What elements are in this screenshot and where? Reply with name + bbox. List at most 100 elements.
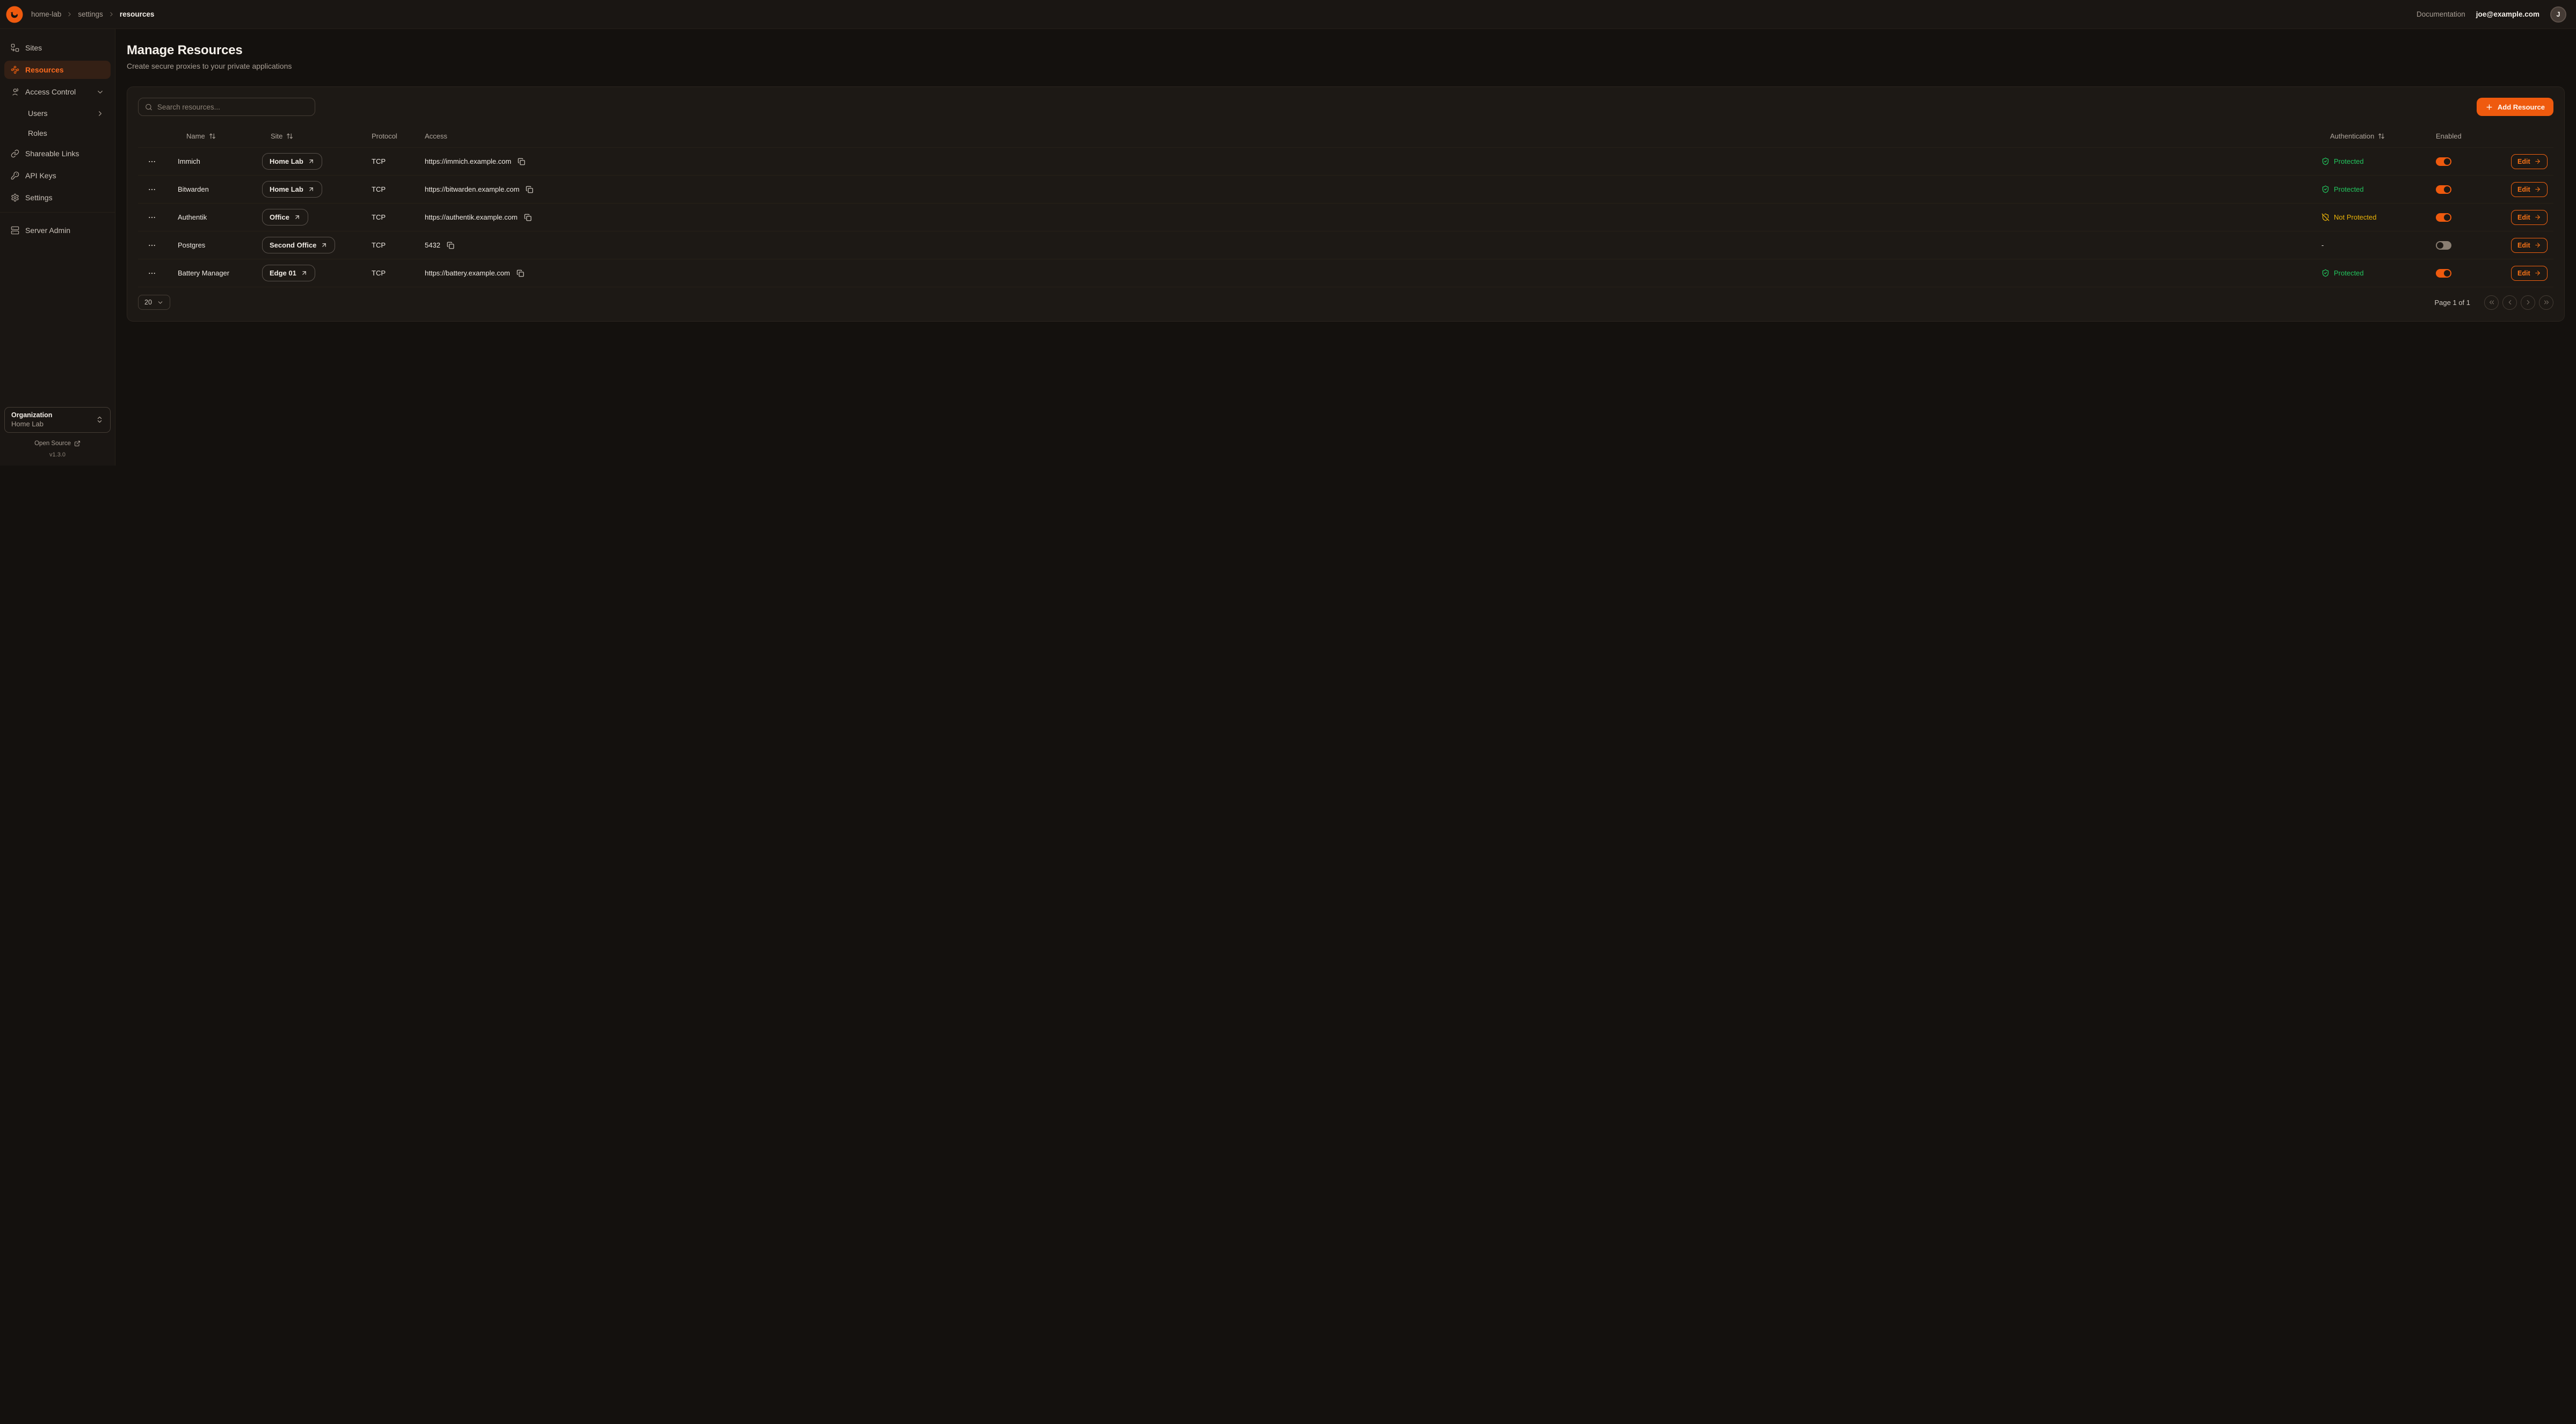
sort-icon: [286, 133, 293, 140]
enabled-toggle[interactable]: [2436, 213, 2451, 222]
copy-button[interactable]: [516, 156, 527, 167]
column-protocol: Protocol: [372, 132, 425, 140]
column-name[interactable]: Name: [178, 132, 262, 140]
chevron-down-icon: [157, 299, 164, 306]
search-input[interactable]: [157, 103, 308, 111]
row-menu-button[interactable]: [146, 211, 158, 224]
arrow-up-right-icon: [308, 158, 315, 165]
chevron-right-icon: [2524, 299, 2532, 306]
copy-button[interactable]: [523, 212, 533, 223]
avatar[interactable]: J: [2550, 6, 2566, 23]
sidebar-item-resources[interactable]: Resources: [4, 61, 111, 79]
sidebar-item-label: Settings: [25, 193, 53, 202]
enabled-toggle[interactable]: [2436, 241, 2451, 250]
sidebar-nav: Sites Resources Access Control: [4, 39, 111, 407]
plus-icon: [2485, 103, 2493, 111]
arrow-up-right-icon: [308, 186, 315, 193]
sidebar-item-settings[interactable]: Settings: [4, 188, 111, 207]
page-size-select[interactable]: 20: [138, 295, 170, 310]
ellipsis-icon: [148, 269, 156, 278]
sidebar-item-label: Users: [28, 109, 48, 118]
column-site[interactable]: Site: [262, 132, 372, 140]
users-icon: [11, 88, 19, 96]
pangolin-logo-icon: [5, 5, 24, 24]
table-row: Immich Home Lab TCP https://immich.examp…: [138, 148, 2553, 176]
sidebar-item-shareable-links[interactable]: Shareable Links: [4, 144, 111, 163]
access-url: https://authentik.example.com: [425, 213, 518, 221]
arrow-right-icon: [2534, 242, 2541, 249]
copy-button[interactable]: [515, 268, 526, 279]
breadcrumb-resources[interactable]: resources: [120, 10, 155, 18]
gear-icon: [11, 193, 19, 202]
table-row: Authentik Office TCP https://authentik.e…: [138, 204, 2553, 231]
page-subtitle: Create secure proxies to your private ap…: [127, 62, 2565, 70]
previous-page-button[interactable]: [2502, 295, 2517, 310]
site-link[interactable]: Home Lab: [262, 181, 322, 198]
add-resource-button[interactable]: Add Resource: [2477, 98, 2553, 116]
site-link[interactable]: Home Lab: [262, 153, 322, 170]
sidebar-item-label: Shareable Links: [25, 149, 79, 158]
access-url: https://battery.example.com: [425, 269, 510, 277]
edit-button[interactable]: Edit: [2511, 238, 2548, 253]
sidebar-item-sites[interactable]: Sites: [4, 39, 111, 57]
sidebar-item-users[interactable]: Users: [4, 105, 111, 122]
resource-protocol: TCP: [372, 185, 425, 193]
server-icon: [11, 226, 19, 235]
sites-icon: [11, 43, 19, 52]
resources-icon: [11, 66, 19, 74]
edit-button[interactable]: Edit: [2511, 154, 2548, 169]
auth-status-none: -: [2321, 241, 2324, 249]
access-port: 5432: [425, 241, 440, 249]
edit-button[interactable]: Edit: [2511, 210, 2548, 225]
edit-button[interactable]: Edit: [2511, 266, 2548, 281]
copy-button[interactable]: [445, 240, 456, 251]
ellipsis-icon: [148, 213, 156, 222]
row-menu-button[interactable]: [146, 183, 158, 196]
sidebar-item-roles[interactable]: Roles: [4, 125, 111, 142]
table-row: Postgres Second Office TCP 5432 - Edit: [138, 231, 2553, 259]
first-page-button[interactable]: [2484, 295, 2499, 310]
open-source-link[interactable]: Open Source: [4, 440, 111, 447]
copy-button[interactable]: [524, 184, 535, 195]
site-link[interactable]: Second Office: [262, 237, 335, 253]
sidebar: Sites Resources Access Control: [0, 29, 115, 466]
resource-name: Battery Manager: [178, 269, 262, 277]
auth-status-badge: Protected: [2321, 157, 2364, 165]
row-menu-button[interactable]: [146, 155, 158, 168]
enabled-toggle[interactable]: [2436, 185, 2451, 194]
next-page-button[interactable]: [2521, 295, 2535, 310]
site-link[interactable]: Edge 01: [262, 265, 315, 281]
link-icon: [11, 149, 19, 158]
ellipsis-icon: [148, 241, 156, 250]
breadcrumb-home-lab[interactable]: home-lab: [31, 10, 61, 18]
row-menu-button[interactable]: [146, 239, 158, 252]
row-menu-button[interactable]: [146, 267, 158, 280]
edit-button[interactable]: Edit: [2511, 182, 2548, 197]
arrow-right-icon: [2534, 158, 2541, 165]
last-page-button[interactable]: [2539, 295, 2553, 310]
auth-status-badge: Not Protected: [2321, 213, 2377, 221]
shield-check-icon: [2321, 157, 2330, 165]
key-icon: [11, 171, 19, 180]
column-enabled: Enabled: [2436, 132, 2511, 140]
resource-protocol: TCP: [372, 157, 425, 165]
site-link[interactable]: Office: [262, 209, 308, 226]
pagination-buttons: [2484, 295, 2553, 310]
sidebar-item-server-admin[interactable]: Server Admin: [4, 221, 111, 239]
shield-check-icon: [2321, 269, 2330, 277]
site-name: Office: [270, 213, 289, 221]
page-size-value: 20: [144, 299, 152, 306]
chevron-down-icon: [96, 88, 104, 96]
enabled-toggle[interactable]: [2436, 157, 2451, 166]
sidebar-item-api-keys[interactable]: API Keys: [4, 166, 111, 185]
organization-selector[interactable]: Organization Home Lab: [4, 407, 111, 433]
page-title: Manage Resources: [127, 43, 2565, 58]
resource-name: Bitwarden: [178, 185, 262, 193]
chevrons-right-icon: [2543, 299, 2550, 306]
column-authentication[interactable]: Authentication: [2321, 132, 2436, 140]
documentation-link[interactable]: Documentation: [2417, 10, 2465, 18]
enabled-toggle[interactable]: [2436, 269, 2451, 278]
breadcrumb-settings[interactable]: settings: [78, 10, 103, 18]
sidebar-item-access-control[interactable]: Access Control: [4, 83, 111, 101]
chevrons-left-icon: [2488, 299, 2495, 306]
